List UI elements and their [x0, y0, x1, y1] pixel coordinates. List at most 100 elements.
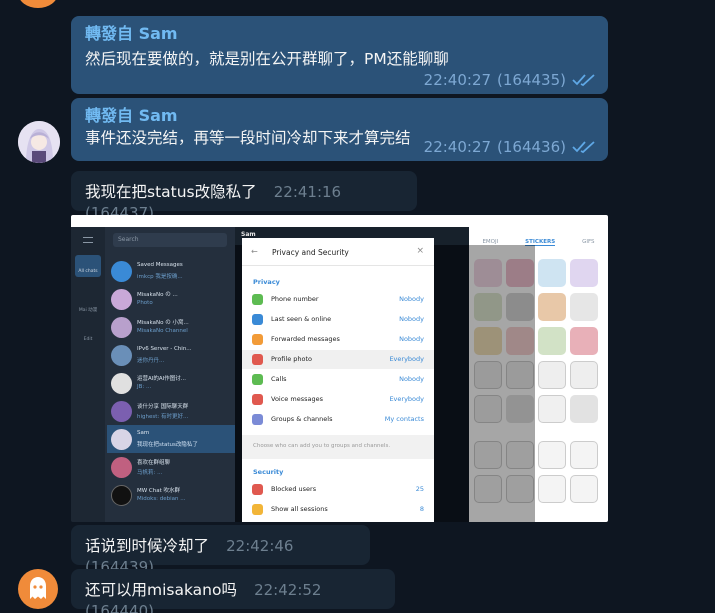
screenshot-chat-item: 运营AI的AI作图讨... JB: ... [107, 369, 235, 397]
forwarded-message-bubble[interactable]: 轉發自 Sam 然后现在要做的，就是别在公开群聊了，PM还能聊聊 22:40:2… [71, 16, 608, 94]
incoming-message-bubble[interactable]: 话说到时候冷却了 22:42:46 (164439) [71, 525, 370, 576]
sticker [538, 395, 566, 423]
message-meta: 22:40:27 (164436) [424, 138, 596, 156]
chat-snippet: MisakaNo Channel [137, 328, 188, 334]
screenshot-attachment[interactable]: All chats Mai 动漫 Edit Search Saved Messa… [71, 215, 608, 522]
chat-name: MW Chat 吹水群 [137, 488, 181, 494]
sticker [570, 259, 598, 287]
section-privacy: Privacy [253, 278, 280, 286]
screenshot-search: Search [113, 233, 227, 247]
screenshot-chat-item: 谈什分享 国际聊天群 highest: 有时更好... [107, 397, 235, 425]
modal-title: Privacy and Security [272, 248, 349, 257]
sticker [570, 475, 598, 503]
sticker [570, 327, 598, 355]
privacy-row: Phone number Nobody [242, 290, 434, 309]
incoming-message-bubble[interactable]: 我现在把status改隐私了 22:41:16 (164437) [71, 171, 417, 222]
message-time: 22:40:27 [423, 71, 492, 89]
chat-name: 喜欢在群组聊 [137, 460, 171, 466]
privacy-row: Calls Nobody [242, 370, 434, 389]
double-check-icon [572, 74, 595, 87]
screenshot-chat-item-selected: Sam 我现在把status改隐私了 [107, 425, 235, 453]
tab-gifs: GIFS [582, 239, 595, 245]
chat-name: Saved Messages [137, 262, 183, 268]
calls-icon [252, 374, 263, 385]
screenshot-privacy-modal: ← Privacy and Security × Privacy Phone n… [242, 238, 434, 522]
message-time: 22:40:27 [423, 138, 492, 156]
security-row: Blocked users 25 [242, 480, 434, 499]
double-check-icon [572, 141, 595, 154]
forwarded-header[interactable]: 轉發自 Sam [85, 106, 594, 126]
row-value: 25 [415, 485, 424, 493]
row-label: Blocked users [271, 485, 317, 493]
row-label: Show all sessions [271, 505, 328, 513]
message-time: 22:42:46 [226, 537, 294, 555]
forwarded-label: 轉發自 [85, 24, 134, 43]
row-value: Nobody [399, 315, 424, 323]
sender-avatar[interactable] [18, 569, 58, 609]
privacy-row: Last seen & online Nobody [242, 310, 434, 329]
sticker [570, 293, 598, 321]
profile-photo-icon [252, 354, 263, 365]
message-text: 话说到时候冷却了 [85, 537, 210, 555]
sender-avatar[interactable] [18, 121, 60, 163]
chat-snippet: 迷你丹丹... [137, 358, 165, 364]
sticker [570, 395, 598, 423]
privacy-row: Voice messages Everybody [242, 390, 434, 409]
row-value: 8 [419, 505, 424, 513]
screenshot-chat-item: MisakaNo の ... Photo [107, 285, 235, 313]
forwarded-sender[interactable]: Sam [139, 106, 178, 125]
row-label: Forwarded messages [271, 335, 340, 343]
chat-name: 谈什分享 国际聊天群 [137, 404, 189, 410]
sessions-icon [252, 504, 263, 515]
message-meta: 22:40:27 (164435) [424, 71, 596, 89]
back-arrow-icon: ← [251, 247, 258, 256]
row-label: Voice messages [271, 395, 323, 403]
screenshot-chat-item: IPv6 Server - Chin... 迷你丹丹... [107, 341, 235, 369]
chat-snippet: highest: 有时更好... [137, 414, 189, 420]
message-text: 我现在把status改隐私了 [85, 183, 257, 201]
screenshot-chat-item: MW Chat 吹水群 Midoks: debian ... [107, 481, 235, 509]
chat-name: IPv6 Server - Chin... [137, 346, 192, 352]
row-value: Everybody [389, 395, 424, 403]
forwarded-message-bubble[interactable]: 轉發自 Sam 事件还没完结，再等一段时间冷却下来才算完结 22:40:27 (… [71, 98, 608, 161]
row-label: Last seen & online [271, 315, 332, 323]
row-value: Everybody [389, 355, 424, 363]
chat-name: MisakaNo の ... [137, 292, 178, 298]
screenshot-chat-title: Sam [241, 231, 256, 238]
groups-icon [252, 414, 263, 425]
chat-snippet: 马帆莉: ... [137, 470, 163, 476]
row-value: My contacts [384, 415, 424, 423]
sticker [538, 441, 566, 469]
message-time: 22:42:52 [254, 581, 322, 599]
forwarded-sender[interactable]: Sam [139, 24, 178, 43]
top-avatar[interactable] [18, 0, 58, 8]
sticker [570, 441, 598, 469]
folder-label: All chats [78, 269, 98, 274]
incoming-message-bubble[interactable]: 还可以用misakano吗 22:42:52 (164440) [71, 569, 395, 613]
row-label: Groups & channels [271, 415, 333, 423]
sticker [538, 475, 566, 503]
last-seen-icon [252, 314, 263, 325]
voice-icon [252, 394, 263, 405]
close-icon: × [416, 246, 424, 256]
row-label: Phone number [271, 295, 319, 303]
blocked-icon [252, 484, 263, 495]
message-text: 然后现在要做的，就是别在公开群聊了，PM还能聊聊 [85, 50, 449, 68]
message-text: 还可以用misakano吗 [85, 581, 237, 599]
folder-label: Edit [83, 337, 93, 342]
screenshot-chat-item: 喜欢在群组聊 马帆莉: ... [107, 453, 235, 481]
forward-icon [252, 334, 263, 345]
privacy-row-highlighted: Profile photo Everybody [242, 350, 434, 369]
chat-snippet: Midoks: debian ... [137, 496, 186, 502]
chat-snippet: 我现在把status改隐私了 [137, 442, 198, 448]
chat-name: Sam [137, 430, 150, 436]
sticker [538, 361, 566, 389]
message-id: (164436) [497, 138, 566, 156]
forwarded-header[interactable]: 轉發自 Sam [85, 24, 594, 44]
message-id: (164440) [85, 602, 154, 613]
sticker [538, 327, 566, 355]
modal-note: Choose who can add you to groups and cha… [242, 435, 434, 459]
phone-icon [252, 294, 263, 305]
screenshot-chat-item: MisakaNo の 小窝... MisakaNo Channel [107, 313, 235, 341]
chat-snippet: imkcp 我是按确... [137, 274, 183, 280]
